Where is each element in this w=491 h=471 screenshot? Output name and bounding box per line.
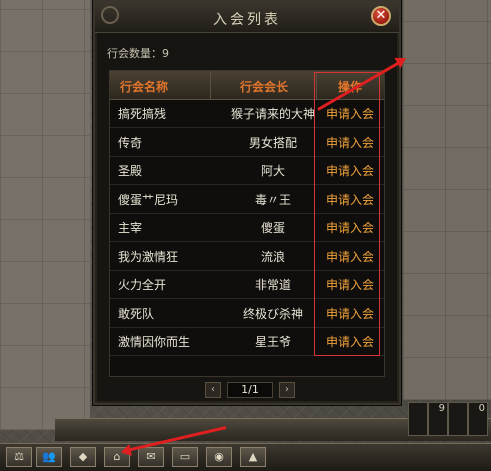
table-row: 敢死队 终极び杀神 申请入会 (110, 299, 384, 328)
handshake-button[interactable]: ◆ (70, 447, 96, 467)
guild-icon: ⌂ (113, 450, 121, 463)
group-icon: 👥 (42, 450, 56, 463)
apply-join-button[interactable]: 申请入会 (326, 105, 374, 122)
mail-button[interactable]: ✉ (138, 447, 164, 467)
guild-name: 敢死队 (118, 306, 155, 321)
guild-table: 行会名称 行会会长 操作 搞死搞残 猴子请来的大神 申请入会 传奇 男女搭配 申请入会 圣殿… (109, 70, 385, 377)
apply-join-button[interactable]: 申请入会 (326, 276, 374, 293)
stone-floor-right (403, 0, 491, 400)
eye-icon: ◉ (214, 450, 224, 463)
handshake-icon: ◆ (78, 450, 88, 463)
item-slot[interactable] (408, 402, 428, 436)
column-divider (210, 71, 211, 99)
guild-name: 传奇 (118, 135, 143, 150)
guild-leader: 猴子请来的大神 (230, 107, 315, 121)
guild-name: 圣殿 (118, 164, 143, 178)
table-row: 激情因你而生 星王爷 申请入会 (110, 327, 384, 356)
guild-leader: 星王爷 (254, 335, 291, 349)
table-row: 传奇 男女搭配 申请入会 (110, 128, 384, 157)
guild-name: 傻蛋艹尼玛 (118, 192, 179, 207)
stone-floor-left (0, 0, 90, 430)
guild-leader: 流浪 (260, 249, 285, 264)
guild-leader: 傻蛋 (260, 221, 285, 235)
table-row: 搞死搞残 猴子请来的大神 申请入会 (110, 99, 384, 128)
monitor-icon: ▭ (179, 450, 191, 463)
guild-name: 激情因你而生 (118, 335, 191, 349)
apply-join-button[interactable]: 申请入会 (326, 219, 374, 236)
apply-join-button[interactable]: 申请入会 (326, 248, 374, 265)
guild-name: 主宰 (118, 221, 143, 235)
guild-leader: 非常道 (254, 278, 291, 292)
table-row: 圣殿 阿大 申请入会 (110, 156, 384, 185)
header-guild-leader: 行会会长 (240, 80, 289, 94)
guild-name: 火力全开 (118, 278, 167, 292)
guild-join-list-window: 入会列表 ✕ 行会数量：9 行会名称 行会会长 操作 搞死搞残 猴子请来的大神 申请… (93, 0, 401, 405)
apply-join-button[interactable]: 申请入会 (326, 191, 374, 208)
bottom-toolbar: ⚖ 👥 ◆ ⌂ ✉ ▭ ◉ ▲ (0, 443, 491, 471)
item-slot-count[interactable]: 9 (428, 402, 448, 436)
prev-page-button[interactable]: ‹ (205, 382, 221, 398)
window-titlebar[interactable]: 入会列表 ✕ (95, 2, 399, 33)
column-divider (316, 71, 317, 99)
guild-name: 我为激情狂 (118, 249, 179, 264)
apply-join-button[interactable]: 申请入会 (326, 162, 374, 179)
table-row: 傻蛋艹尼玛 毒〃王 申请入会 (110, 185, 384, 214)
mountain-icon: ▲ (248, 450, 258, 463)
scale-button[interactable]: ⚖ (6, 447, 32, 467)
scale-icon: ⚖ (14, 450, 24, 463)
apply-join-button[interactable]: 申请入会 (326, 134, 374, 151)
table-row: 我为激情狂 流浪 申请入会 (110, 242, 384, 271)
page-indicator: 1/1 (227, 382, 273, 398)
apply-join-button[interactable]: 申请入会 (326, 305, 374, 322)
mountain-button[interactable]: ▲ (240, 447, 266, 467)
item-slots: 9 0 (402, 402, 491, 438)
guild-leader: 毒〃王 (254, 192, 291, 207)
eye-button[interactable]: ◉ (206, 447, 232, 467)
apply-join-button[interactable]: 申请入会 (326, 333, 374, 350)
header-guild-name: 行会名称 (120, 80, 169, 94)
next-page-button[interactable]: › (279, 382, 295, 398)
item-slot[interactable] (448, 402, 468, 436)
monitor-button[interactable]: ▭ (172, 447, 198, 467)
table-row: 主宰 傻蛋 申请入会 (110, 213, 384, 242)
guild-leader: 阿大 (260, 164, 285, 178)
guild-leader: 男女搭配 (248, 135, 297, 150)
mail-icon: ✉ (146, 450, 156, 463)
window-title: 入会列表 (213, 12, 281, 28)
guild-name: 搞死搞残 (118, 107, 167, 121)
close-button[interactable]: ✕ (371, 6, 391, 26)
table-row: 火力全开 非常道 申请入会 (110, 270, 384, 299)
group-button[interactable]: 👥 (36, 447, 62, 467)
pagination: ‹ 1/1 › (205, 382, 295, 400)
guild-leader: 终极び杀神 (242, 306, 303, 321)
guild-count: 行会数量：9 (107, 47, 169, 60)
item-slot-count[interactable]: 0 (468, 402, 488, 436)
